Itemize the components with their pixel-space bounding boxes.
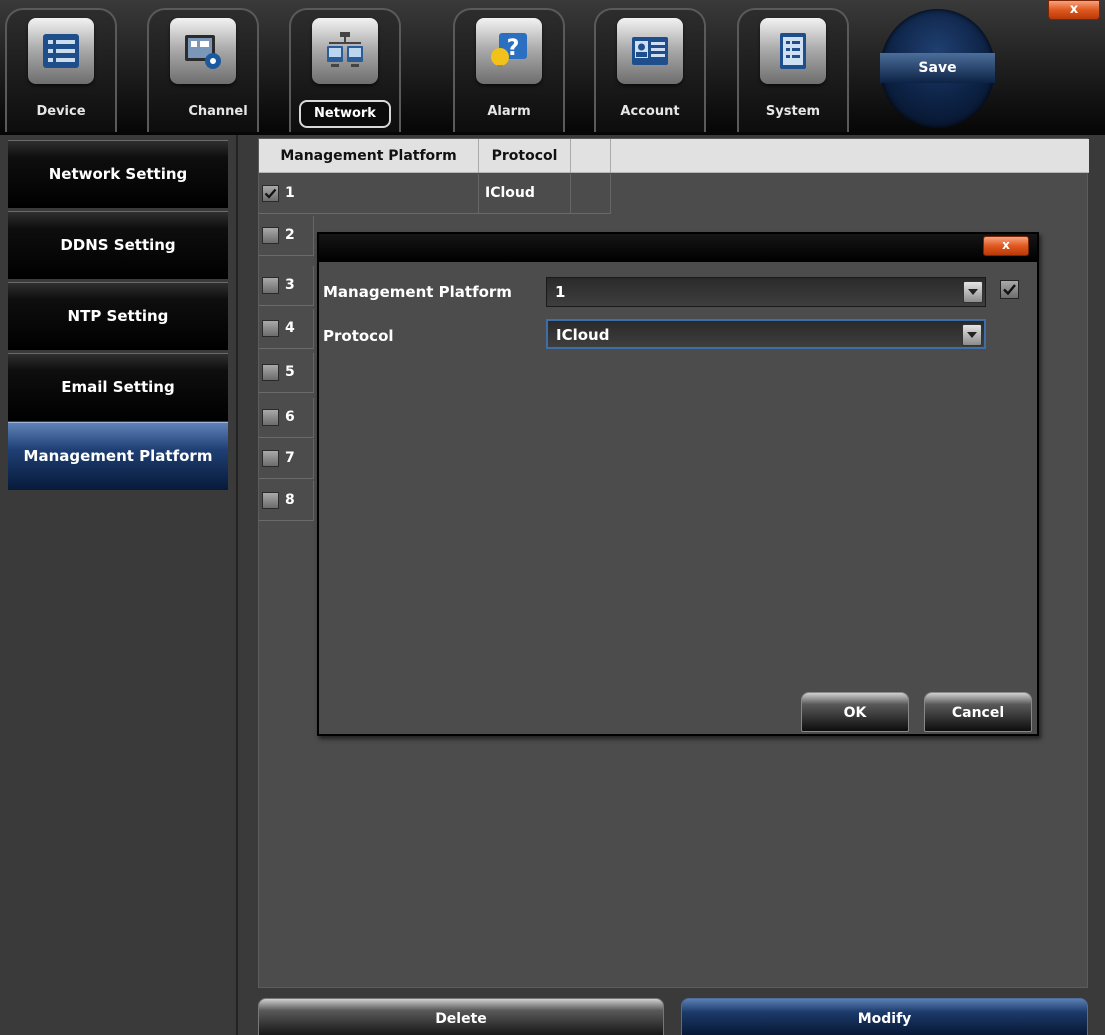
protocol-value: ICloud [556, 326, 610, 344]
row-checkbox[interactable] [262, 409, 279, 426]
system-document-icon [760, 18, 826, 84]
row-checkbox[interactable] [262, 364, 279, 381]
row-checkbox[interactable] [262, 450, 279, 467]
tab-account-label: Account [620, 104, 680, 119]
sidebar-item-ntp-setting[interactable]: NTP Setting [8, 282, 228, 350]
tab-alarm[interactable]: ? Alarm [453, 8, 565, 132]
chevron-down-icon [962, 324, 982, 346]
sidebar-item-label: DDNS Setting [60, 236, 176, 254]
sidebar-item-email-setting[interactable]: Email Setting [8, 353, 228, 421]
ok-button[interactable]: OK [801, 692, 909, 732]
sidebar-item-ddns-setting[interactable]: DDNS Setting [8, 211, 228, 279]
row-number: 3 [285, 277, 295, 293]
sidebar-item-management-platform[interactable]: Management Platform [8, 422, 228, 490]
tab-alarm-label: Alarm [487, 104, 531, 119]
tab-device[interactable]: Device [5, 8, 117, 132]
dialog-close-button[interactable]: x [983, 236, 1029, 256]
tab-account[interactable]: Account [594, 8, 706, 132]
row-protocol: ICloud [485, 185, 535, 201]
edit-platform-dialog: x Management Platform 1 Protocol ICloud … [317, 232, 1039, 736]
cancel-button[interactable]: Cancel [924, 692, 1032, 732]
account-card-icon [617, 18, 683, 84]
row-number: 6 [285, 409, 295, 425]
row-checkbox[interactable] [262, 492, 279, 509]
row-checkbox[interactable] [262, 277, 279, 294]
tab-system[interactable]: System [737, 8, 849, 132]
management-platform-select[interactable]: 1 [546, 277, 986, 307]
row-number: 1 [285, 185, 295, 201]
sidebar-item-label: NTP Setting [67, 307, 169, 325]
modify-button[interactable]: Modify [681, 998, 1088, 1035]
protocol-select[interactable]: ICloud [546, 319, 986, 349]
management-platform-value: 1 [555, 283, 566, 301]
device-list-icon [28, 18, 94, 84]
delete-button[interactable]: Delete [258, 998, 664, 1035]
column-header-protocol: Protocol [479, 139, 571, 173]
row-checkbox[interactable] [262, 185, 279, 202]
tab-system-label: System [765, 104, 821, 119]
platform-enable-checkbox[interactable] [1000, 280, 1019, 299]
top-toolbar: Device Channel Network ? Alarm Account S… [0, 0, 1105, 135]
tab-network[interactable]: Network [289, 8, 401, 132]
table-header: Management Platform Protocol [259, 139, 1089, 173]
sidebar-item-label: Management Platform [23, 447, 213, 465]
tab-channel-label: Channel [188, 104, 248, 119]
sidebar-item-label: Network Setting [48, 165, 188, 183]
row-number: 7 [285, 450, 295, 466]
alarm-help-icon: ? [476, 18, 542, 84]
chevron-down-icon [963, 281, 983, 303]
save-button-label: Save [880, 53, 995, 83]
row-checkbox[interactable] [262, 227, 279, 244]
column-header-management-platform: Management Platform [259, 139, 479, 173]
dialog-title-bar[interactable]: x [319, 234, 1037, 262]
row-number: 4 [285, 320, 295, 336]
channel-camera-icon [170, 18, 236, 84]
row-checkbox[interactable] [262, 320, 279, 337]
window-close-button[interactable]: x [1048, 0, 1100, 20]
tab-network-label: Network [299, 100, 391, 128]
sidebar-item-network-setting[interactable]: Network Setting [8, 140, 228, 208]
row-number: 2 [285, 227, 295, 243]
protocol-label: Protocol [323, 327, 394, 345]
row-number: 5 [285, 364, 295, 380]
sidebar: Network Setting DDNS Setting NTP Setting… [0, 135, 238, 1035]
column-header-extra [571, 139, 611, 173]
management-platform-label: Management Platform [323, 283, 512, 301]
tab-channel[interactable]: Channel [147, 8, 259, 132]
network-computers-icon [312, 18, 378, 84]
tab-device-label: Device [36, 104, 86, 119]
row-number: 8 [285, 492, 295, 508]
save-button[interactable]: Save [880, 9, 995, 128]
sidebar-item-label: Email Setting [61, 378, 175, 396]
